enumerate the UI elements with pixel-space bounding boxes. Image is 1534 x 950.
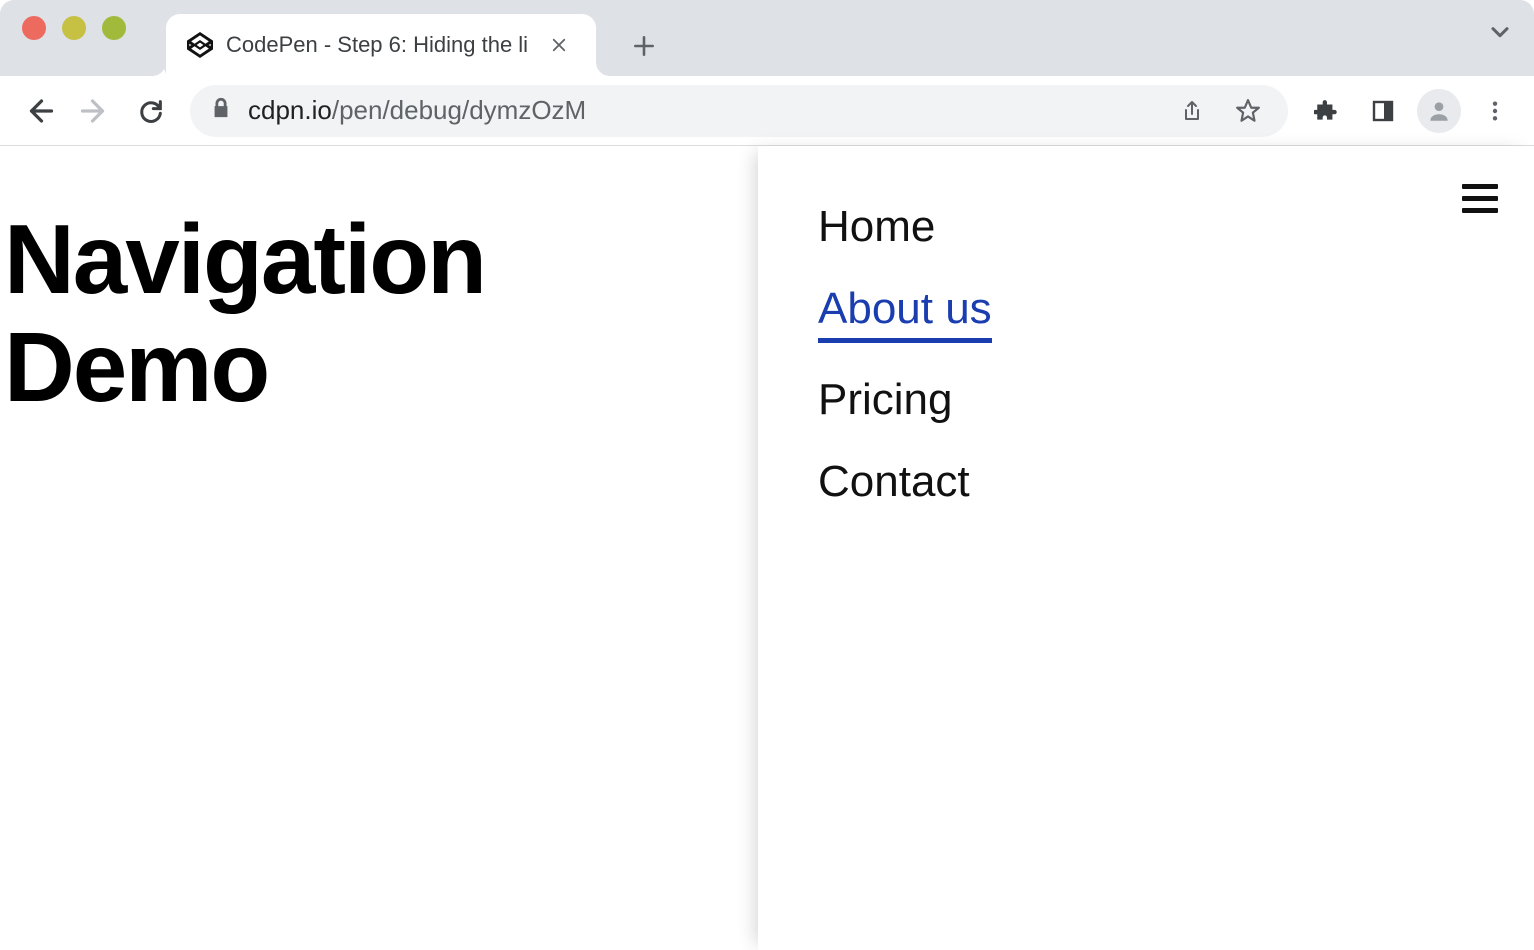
lock-icon [210, 97, 232, 124]
reload-button[interactable] [126, 86, 176, 136]
back-button[interactable] [14, 86, 64, 136]
profile-avatar[interactable] [1414, 86, 1464, 136]
page-content: Navigation Demo Home About us Pricing Co… [0, 146, 1534, 950]
star-icon[interactable] [1228, 91, 1268, 131]
main-content: Navigation Demo [0, 146, 758, 950]
tab-title: CodePen - Step 6: Hiding the li [226, 32, 536, 58]
hamburger-icon[interactable] [1462, 184, 1498, 213]
browser-tab[interactable]: CodePen - Step 6: Hiding the li [166, 14, 596, 76]
navigation-panel: Home About us Pricing Contact [758, 146, 1534, 950]
close-tab-button[interactable] [548, 34, 570, 56]
url-path: /pen/debug/dymzOzM [332, 95, 586, 125]
nav-item-about-us[interactable]: About us [818, 284, 992, 343]
tab-bar: CodePen - Step 6: Hiding the li [0, 0, 1534, 76]
page-title: Navigation Demo [4, 206, 758, 422]
nav-item-home[interactable]: Home [818, 202, 935, 252]
window-minimize-button[interactable] [62, 16, 86, 40]
menu-icon[interactable] [1470, 86, 1520, 136]
browser-chrome: CodePen - Step 6: Hiding the li cdpn.i [0, 0, 1534, 146]
new-tab-button[interactable] [620, 22, 668, 70]
toolbar-actions [1302, 86, 1520, 136]
share-icon[interactable] [1172, 91, 1212, 131]
window-maximize-button[interactable] [102, 16, 126, 40]
url-domain: cdpn.io [248, 95, 332, 125]
address-bar[interactable]: cdpn.io/pen/debug/dymzOzM [190, 85, 1288, 137]
nav-list: Home About us Pricing Contact [818, 202, 1474, 507]
nav-item-contact[interactable]: Contact [818, 457, 970, 507]
tab-menu-button[interactable] [1486, 18, 1514, 51]
nav-item-pricing[interactable]: Pricing [818, 375, 953, 425]
forward-button[interactable] [70, 86, 120, 136]
extensions-icon[interactable] [1302, 86, 1352, 136]
browser-toolbar: cdpn.io/pen/debug/dymzOzM [0, 76, 1534, 146]
codepen-icon [186, 31, 214, 59]
window-close-button[interactable] [22, 16, 46, 40]
url-text: cdpn.io/pen/debug/dymzOzM [248, 95, 1156, 126]
window-controls [22, 0, 166, 76]
sidepanel-icon[interactable] [1358, 86, 1408, 136]
avatar-icon [1417, 89, 1461, 133]
